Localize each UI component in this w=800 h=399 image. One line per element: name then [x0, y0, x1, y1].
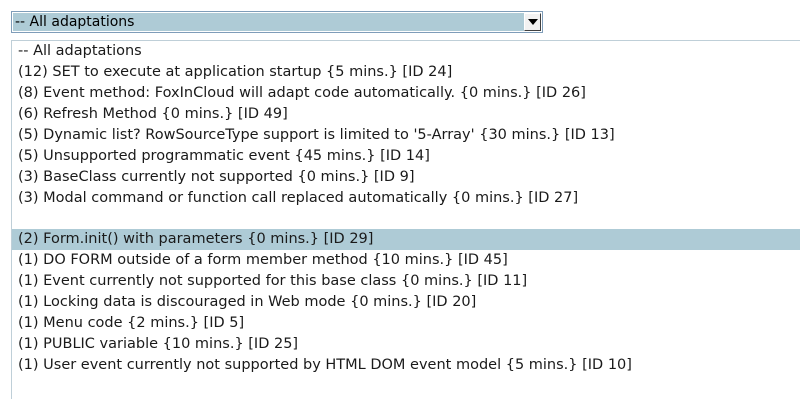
option-id-13[interactable]: (5) Dynamic list? RowSourceType support … [12, 125, 800, 146]
option-id-10[interactable]: (1) User event currently not supported b… [12, 355, 800, 376]
option-id-11[interactable]: (1) Event currently not supported for th… [12, 271, 800, 292]
option-id-20[interactable]: (1) Locking data is discouraged in Web m… [12, 292, 800, 313]
option-id-29-selected[interactable]: (2) Form.init() with parameters {0 mins.… [12, 229, 800, 250]
option-id-26[interactable]: (8) Event method: FoxInCloud will adapt … [12, 83, 800, 104]
option-id-14[interactable]: (5) Unsupported programmatic event {45 m… [12, 146, 800, 167]
option-id-24[interactable]: (12) SET to execute at application start… [12, 62, 800, 83]
option-id-45[interactable]: (1) DO FORM outside of a form member met… [12, 250, 800, 271]
option-id-25[interactable]: (1) PUBLIC variable {10 mins.} [ID 25] [12, 334, 800, 355]
option-id-49[interactable]: (6) Refresh Method {0 mins.} [ID 49] [12, 104, 800, 125]
dropdown-button[interactable] [524, 13, 541, 31]
option-id-5[interactable]: (1) Menu code {2 mins.} [ID 5] [12, 313, 800, 334]
adaptations-dropdown-list[interactable]: -- All adaptations (12) SET to execute a… [11, 40, 800, 399]
option-all-adaptations[interactable]: -- All adaptations [12, 41, 800, 62]
chevron-down-icon [528, 19, 538, 25]
adaptations-select[interactable]: -- All adaptations [11, 11, 543, 33]
option-id-9[interactable]: (3) BaseClass currently not supported {0… [12, 167, 800, 188]
option-id-27[interactable]: (3) Modal command or function call repla… [12, 188, 800, 209]
select-current-value[interactable]: -- All adaptations [13, 13, 524, 31]
